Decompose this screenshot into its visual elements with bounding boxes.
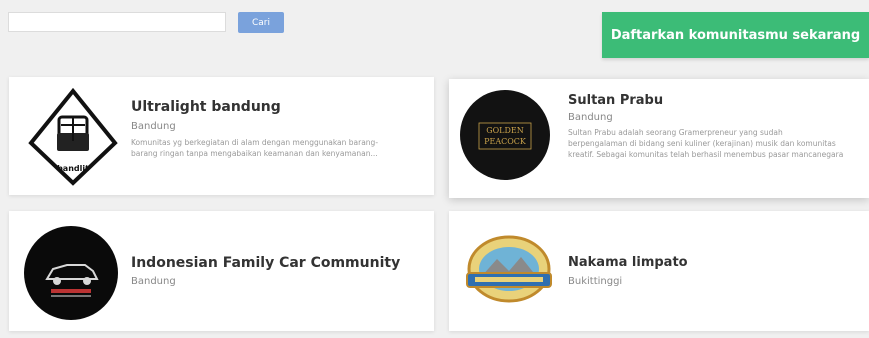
community-city: Bandung bbox=[568, 112, 613, 123]
community-logo: bandlit bbox=[27, 87, 119, 187]
backpack-in-triangle-icon: bandlit bbox=[28, 87, 118, 186]
golden-peacock-logo: GOLDEN PEACOCK bbox=[460, 90, 550, 180]
register-community-button[interactable]: Daftarkan komunitasmu sekarang bbox=[602, 12, 869, 58]
community-name[interactable]: Ultralight bandung bbox=[131, 99, 281, 115]
logo-text: bandlit bbox=[57, 164, 89, 173]
community-card-sultan-prabu[interactable]: GOLDEN PEACOCK Sultan Prabu Bandung Sult… bbox=[449, 79, 869, 198]
community-logo bbox=[461, 229, 557, 313]
community-card-ultralight-bandung[interactable]: bandlit Ultralight bandung Bandung Komun… bbox=[9, 77, 434, 195]
nakama-limpato-badge bbox=[466, 235, 552, 303]
community-logo: GOLDEN PEACOCK bbox=[459, 89, 551, 181]
svg-text:PEACOCK: PEACOCK bbox=[484, 137, 527, 146]
community-description: Komunitas yg berkegiatan di alam dengan … bbox=[131, 138, 379, 158]
community-city: Bandung bbox=[131, 121, 176, 132]
svg-text:GOLDEN: GOLDEN bbox=[486, 126, 524, 135]
community-card-indonesian-family-car[interactable]: Indonesian Family Car Community Bandung bbox=[9, 211, 434, 331]
community-logo bbox=[23, 225, 119, 321]
community-city: Bandung bbox=[131, 276, 176, 287]
community-name[interactable]: Nakama limpato bbox=[568, 255, 688, 270]
search-button[interactable]: Cari bbox=[238, 12, 284, 33]
community-city: Bukittinggi bbox=[568, 276, 623, 287]
car-community-logo bbox=[24, 226, 118, 320]
search-input[interactable] bbox=[8, 12, 226, 32]
community-name[interactable]: Indonesian Family Car Community bbox=[131, 255, 400, 271]
community-name[interactable]: Sultan Prabu bbox=[568, 93, 663, 108]
community-card-nakama-limpato[interactable]: Nakama limpato Bukittinggi bbox=[449, 211, 869, 331]
community-description: Sultan Prabu adalah seorang Gramerpreneu… bbox=[568, 128, 844, 159]
